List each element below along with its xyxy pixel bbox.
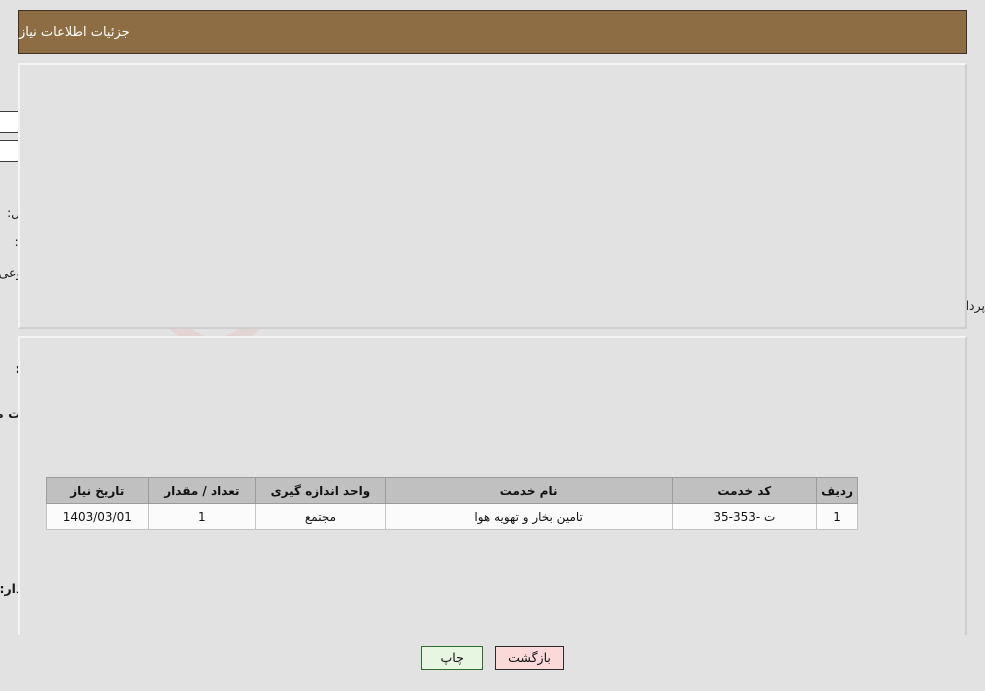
cell-date: 1403/03/01 xyxy=(46,503,149,530)
col-name: نام خدمت xyxy=(384,477,673,504)
cell-quantity: 1 xyxy=(147,503,257,530)
col-radif: ردیف xyxy=(816,477,858,504)
cell-unit: مجتمع xyxy=(255,503,386,530)
footer-buttons: بازگشت چاپ xyxy=(0,646,985,670)
page-root: AriaTender.ir جزئیات اطلاعات نیاز شماره … xyxy=(0,0,985,691)
need-summary-panel xyxy=(18,63,967,329)
print-button[interactable]: چاپ xyxy=(421,646,484,670)
cell-code: ت -353-35 xyxy=(671,503,818,530)
page-title-text: جزئیات اطلاعات نیاز xyxy=(19,24,130,40)
table-row: 1 ت -353-35 تامین بخار و تهویه هوا مجتمع… xyxy=(46,503,858,530)
cell-name: تامین بخار و تهویه هوا xyxy=(384,503,673,530)
services-table: ردیف کد خدمت نام خدمت واحد اندازه گیری ت… xyxy=(46,477,858,530)
col-unit: واحد اندازه گیری xyxy=(255,477,386,504)
col-quantity: تعداد / مقدار xyxy=(147,477,257,504)
col-date: تاریخ نیاز xyxy=(46,477,149,504)
cell-radif: 1 xyxy=(816,503,858,530)
back-button[interactable]: بازگشت xyxy=(495,646,564,670)
page-title: جزئیات اطلاعات نیاز xyxy=(18,10,967,54)
col-code: کد خدمت xyxy=(671,477,818,504)
table-header-row: ردیف کد خدمت نام خدمت واحد اندازه گیری ت… xyxy=(46,477,858,504)
